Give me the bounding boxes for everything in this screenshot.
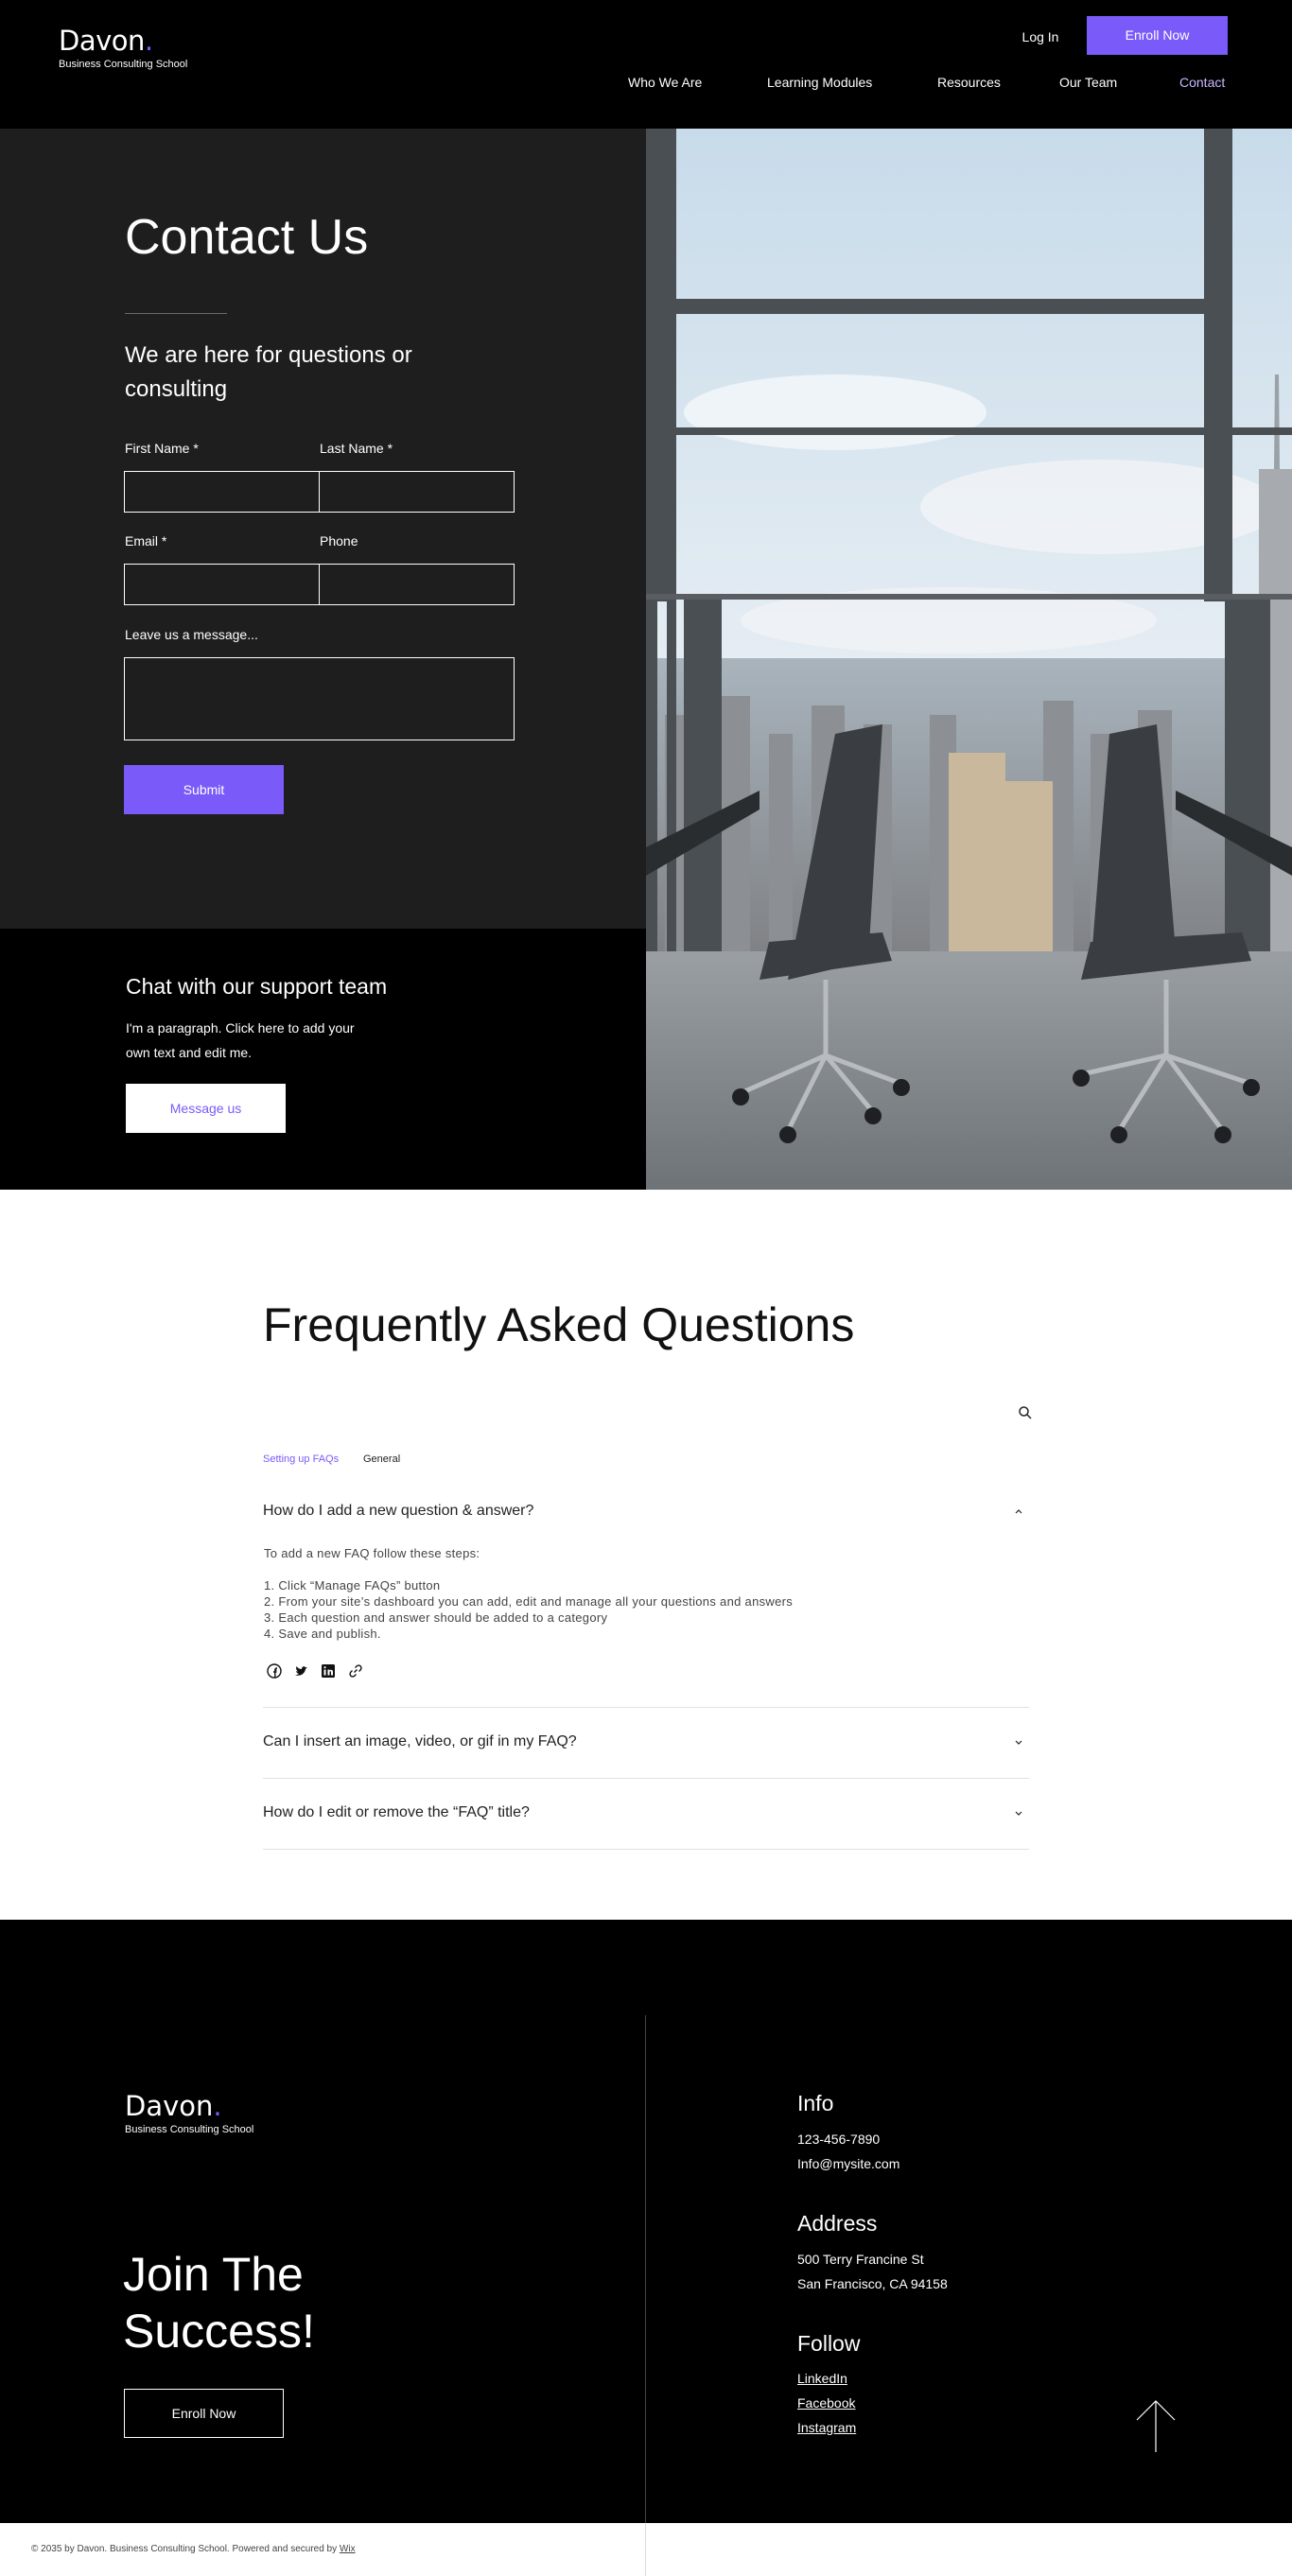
contact-subtitle: We are here for questions or consulting: [125, 342, 412, 402]
divider: [125, 313, 227, 314]
divider: [263, 1778, 1029, 1779]
social-links: LinkedIn Facebook Instagram: [797, 2366, 856, 2440]
answer-step: 2. From your site’s dashboard you can ad…: [264, 1594, 794, 1609]
tab-setting-up-faqs[interactable]: Setting up FAQs: [263, 1453, 339, 1465]
chevron-down-icon[interactable]: [1013, 1807, 1024, 1819]
footer-logo[interactable]: Davon. Business Consulting School: [125, 2090, 253, 2135]
facebook-share-icon[interactable]: [266, 1662, 283, 1680]
chevron-up-icon[interactable]: [1013, 1506, 1024, 1517]
office-photo-image: [646, 129, 1292, 1190]
logo-name: Davon: [59, 25, 145, 57]
answer-intro: To add a new FAQ follow these steps:: [264, 1546, 480, 1560]
address-text: 500 Terry Francine St San Francisco, CA …: [797, 2247, 948, 2296]
nav-learning-modules[interactable]: Learning Modules: [767, 71, 872, 94]
email-label: Email *: [125, 533, 167, 548]
faq-question-3[interactable]: How do I edit or remove the “FAQ” title?: [263, 1804, 1029, 1821]
linkedin-link[interactable]: LinkedIn: [797, 2366, 856, 2391]
logo-subtitle: Business Consulting School: [59, 59, 188, 70]
answer-step: 3. Each question and answer should be ad…: [264, 1610, 608, 1625]
instagram-link[interactable]: Instagram: [797, 2415, 856, 2440]
nav-link[interactable]: Resources: [937, 75, 1001, 90]
faq-title: Frequently Asked Questions: [263, 1298, 855, 1351]
footer-divider: [645, 2015, 646, 2524]
chat-section: Chat with our support team I'm a paragra…: [0, 929, 646, 1190]
address-line: San Francisco, CA 94158: [797, 2276, 948, 2291]
enroll-now-button[interactable]: Enroll Now: [1087, 16, 1228, 55]
nav-our-team[interactable]: Our Team: [1059, 71, 1117, 94]
logo-name: Davon: [125, 2090, 214, 2122]
logo-subtitle: Business Consulting School: [125, 2124, 254, 2135]
page-title: Contact Us: [125, 210, 369, 265]
copyright-text: © 2035 by Davon. Business Consulting Sch…: [31, 2544, 340, 2554]
tab-general[interactable]: General: [363, 1453, 400, 1465]
message-label: Leave us a message...: [125, 627, 258, 642]
twitter-share-icon[interactable]: [293, 1662, 310, 1680]
nav-who-we-are[interactable]: Who We Are: [628, 71, 702, 94]
follow-title: Follow: [797, 2331, 861, 2356]
first-name-label: First Name *: [125, 441, 199, 456]
login-button[interactable]: Log In: [1003, 26, 1078, 48]
nav-contact[interactable]: Contact: [1179, 71, 1225, 94]
faq-answer: To add a new FAQ follow these steps: 1. …: [264, 1545, 793, 1642]
footer-enroll-button[interactable]: Enroll Now: [124, 2389, 284, 2438]
last-name-label: Last Name *: [320, 441, 393, 456]
divider: [263, 1849, 1029, 1850]
nav-link[interactable]: Contact: [1179, 75, 1225, 90]
last-name-field[interactable]: [319, 471, 515, 513]
divider: [263, 1707, 1029, 1708]
site-logo[interactable]: Davon. Business Consulting School: [59, 25, 187, 70]
nav-resources[interactable]: Resources: [937, 71, 1001, 94]
address-title: Address: [797, 2211, 878, 2236]
join-heading: Join The Success!: [123, 2248, 315, 2358]
site-header: Davon. Business Consulting School Log In…: [0, 0, 1292, 129]
faq-question-1[interactable]: How do I add a new question & answer?: [263, 1503, 1029, 1520]
bottom-bar: © 2035 by Davon. Business Consulting Sch…: [0, 2523, 1292, 2576]
phone-label: Phone: [320, 533, 358, 548]
link-share-icon[interactable]: [347, 1662, 364, 1680]
chevron-down-icon[interactable]: [1013, 1736, 1024, 1748]
chat-paragraph: I'm a paragraph. Click here to add your …: [126, 1020, 355, 1060]
answer-step: 1. Click “Manage FAQs” button: [264, 1578, 441, 1593]
nav-link[interactable]: Learning Modules: [767, 75, 872, 90]
footer-phone: 123-456-7890: [797, 2132, 881, 2147]
address-line: 500 Terry Francine St: [797, 2252, 924, 2267]
submit-button[interactable]: Submit: [124, 765, 284, 814]
phone-field[interactable]: [319, 564, 515, 605]
divider: [645, 2523, 646, 2576]
linkedin-share-icon[interactable]: [320, 1662, 337, 1680]
copyright: © 2035 by Davon. Business Consulting Sch…: [31, 2544, 356, 2554]
message-us-button[interactable]: Message us: [126, 1084, 286, 1133]
info-text: 123-456-7890 Info@mysite.com: [797, 2127, 899, 2176]
contact-section: Contact Us We are here for questions or …: [0, 129, 646, 929]
nav-link[interactable]: Our Team: [1059, 75, 1117, 90]
email-field[interactable]: [124, 564, 320, 605]
facebook-link[interactable]: Facebook: [797, 2391, 856, 2415]
site-footer: Davon. Business Consulting School Join T…: [0, 1920, 1292, 2524]
info-title: Info: [797, 2091, 834, 2115]
nav-link[interactable]: Who We Are: [628, 75, 702, 90]
faq-question-2[interactable]: Can I insert an image, video, or gif in …: [263, 1733, 1029, 1750]
chat-title: Chat with our support team: [126, 974, 388, 999]
message-field[interactable]: [124, 657, 515, 740]
faq-section: Frequently Asked Questions Setting up FA…: [0, 1190, 1292, 1920]
first-name-field[interactable]: [124, 471, 320, 513]
logo-dot: .: [213, 2090, 222, 2122]
office-photo: [646, 129, 1292, 1190]
wix-link[interactable]: Wix: [340, 2544, 356, 2554]
footer-email[interactable]: Info@mysite.com: [797, 2151, 899, 2176]
logo-dot: .: [144, 25, 153, 57]
answer-step: 4. Save and publish.: [264, 1627, 381, 1641]
search-icon[interactable]: [1018, 1405, 1033, 1420]
back-to-top-arrow-icon[interactable]: [1135, 2397, 1177, 2454]
